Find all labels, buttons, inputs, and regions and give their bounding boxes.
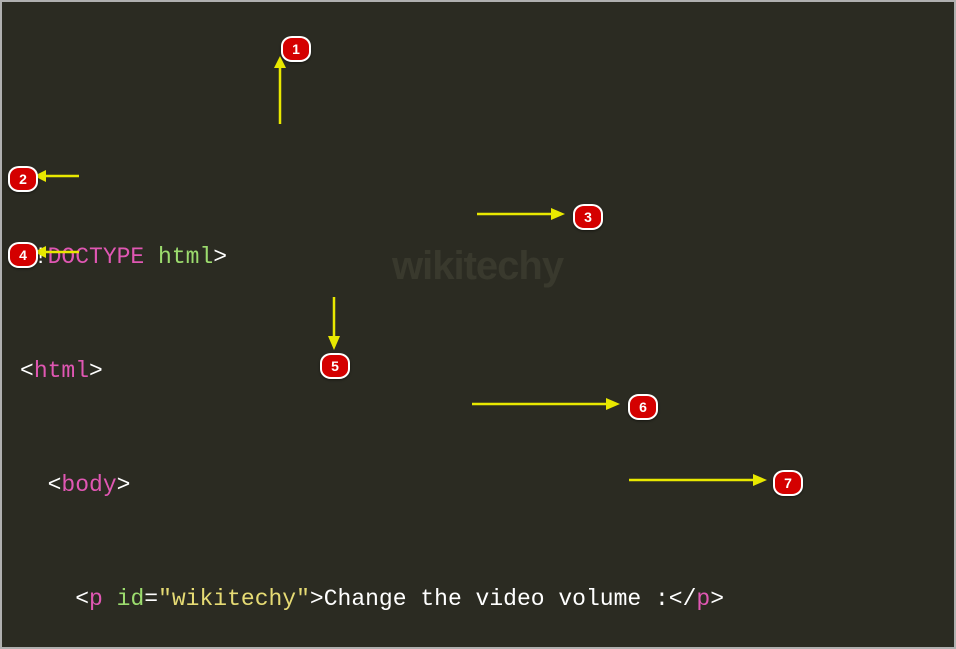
- annotation-badge-2: 2: [8, 166, 38, 192]
- arrow-2: [34, 166, 84, 186]
- annotation-badge-3: 3: [573, 204, 603, 230]
- arrow-5: [314, 292, 354, 352]
- code-editor: wikitechy <!DOCTYPE html> <html> <body> …: [0, 0, 956, 649]
- code-line: <p id="wikitechy">Change the video volum…: [20, 580, 954, 618]
- annotation-badge-6: 6: [628, 394, 658, 420]
- code-line: <html>: [20, 352, 954, 390]
- annotation-badge-1: 1: [281, 36, 311, 62]
- code-line: <body>: [20, 466, 954, 504]
- arrow-1: [260, 54, 300, 134]
- annotation-badge-7: 7: [773, 470, 803, 496]
- annotation-badge-5: 5: [320, 353, 350, 379]
- code-line: <!DOCTYPE html>: [20, 238, 954, 276]
- arrow-6: [472, 394, 622, 414]
- annotation-badge-4: 4: [8, 242, 38, 268]
- arrow-3: [477, 204, 567, 224]
